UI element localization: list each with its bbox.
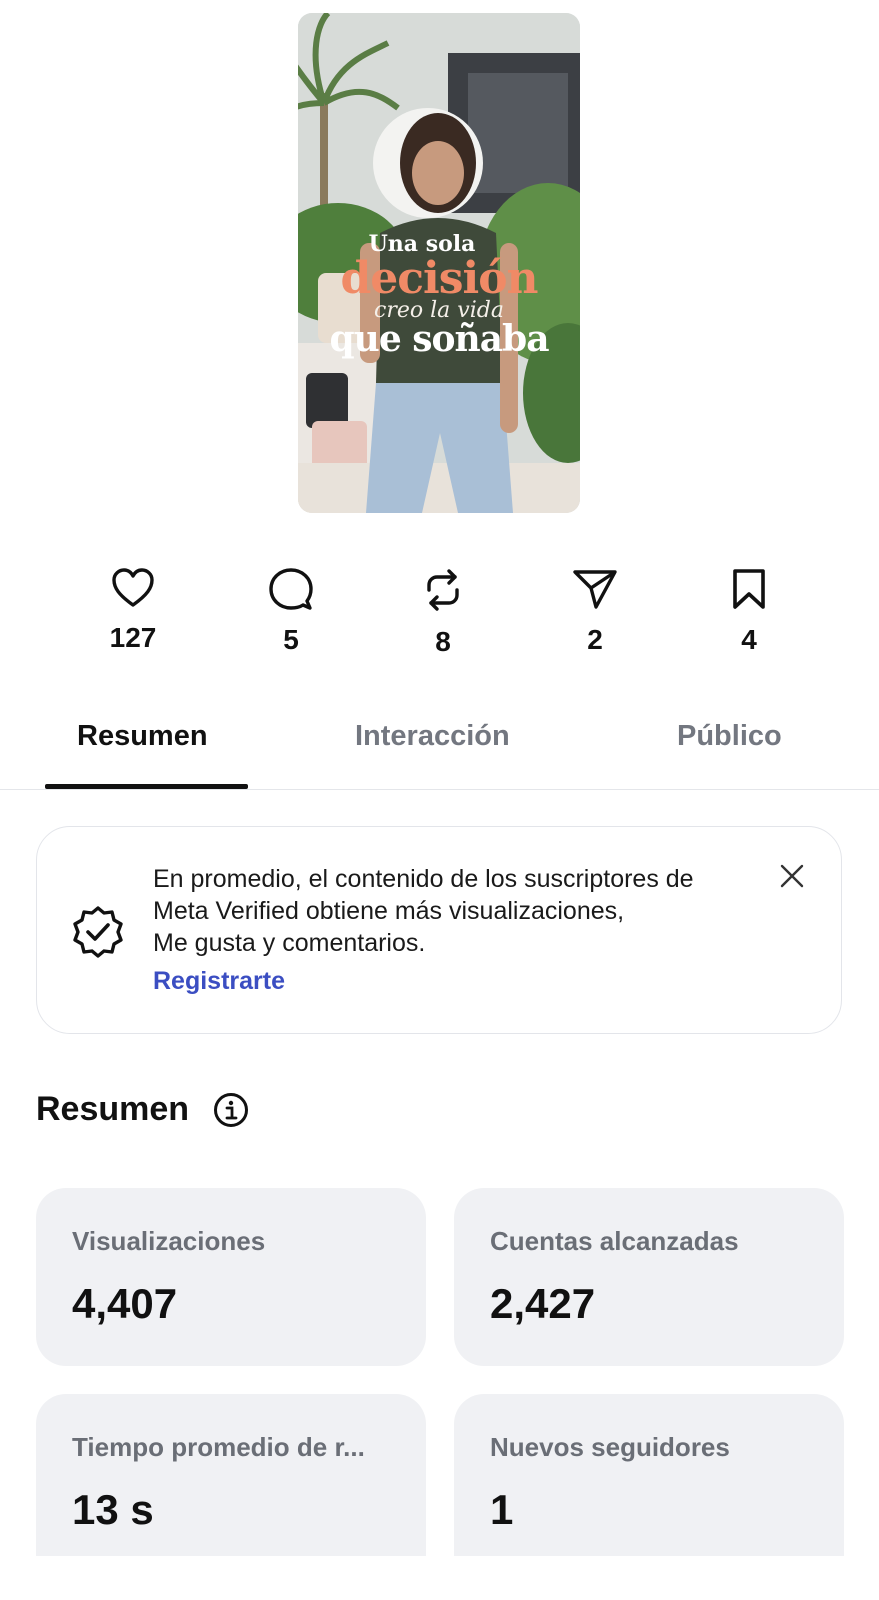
tab-resumen[interactable]: Resumen [77,720,208,753]
summary-title: Resumen [36,1090,190,1128]
active-tab-indicator [45,784,248,789]
info-icon[interactable] [213,1092,249,1128]
tab-interaccion[interactable]: Interacción [355,720,510,753]
share-icon [573,570,617,609]
bookmark-icon [733,569,765,609]
metric-label: Nuevos seguidores [490,1432,730,1462]
metric-label: Cuentas alcanzadas [490,1226,739,1256]
metric-card-views[interactable]: Visualizaciones 4,407 [36,1188,426,1366]
verified-badge-icon [73,906,123,958]
saves-stat[interactable]: 4 [704,568,794,656]
close-icon[interactable] [779,863,805,889]
metric-label: Tiempo promedio de r... [72,1432,365,1462]
comment-icon [269,568,313,610]
metric-card-new-followers[interactable]: Nuevos seguidores 1 [454,1394,844,1556]
likes-count: 127 [109,622,157,653]
tab-bar: Resumen Interacción Público [0,690,879,790]
metric-card-avg-watch-time[interactable]: Tiempo promedio de r... 13 s [36,1394,426,1556]
metric-value: 13 s [72,1486,154,1533]
likes-stat[interactable]: 127 [88,568,178,654]
comments-count: 5 [283,624,299,655]
meta-verified-banner: En promedio, el contenido de los suscrip… [36,826,842,1034]
banner-line1: En promedio, el contenido de los suscrip… [153,865,694,893]
metric-value: 1 [490,1486,514,1533]
saves-count: 4 [741,624,757,655]
tab-publico[interactable]: Público [677,720,782,753]
banner-message: En promedio, el contenido de los suscrip… [153,863,783,959]
banner-line3: Me gusta y comentarios. [153,929,426,957]
banner-line2: Meta Verified obtiene más visualizacione… [153,897,625,925]
metric-label: Visualizaciones [72,1226,266,1256]
metric-card-accounts-reached[interactable]: Cuentas alcanzadas 2,427 [454,1188,844,1366]
reposts-stat[interactable]: 8 [398,568,488,658]
metric-value: 2,427 [490,1280,596,1327]
shares-count: 2 [587,624,603,655]
metric-value: 4,407 [72,1280,178,1327]
repost-icon [427,569,459,611]
register-link[interactable]: Registrarte [153,967,285,996]
overlay-text-line2: decisión [340,253,538,304]
post-thumbnail[interactable]: Una sola decisión creo la vida que soñab… [298,13,580,513]
heart-icon [112,568,154,607]
shares-stat[interactable]: 2 [550,568,640,656]
overlay-text-line4: que soñaba [329,318,549,360]
reposts-count: 8 [435,626,451,657]
comments-stat[interactable]: 5 [246,568,336,656]
